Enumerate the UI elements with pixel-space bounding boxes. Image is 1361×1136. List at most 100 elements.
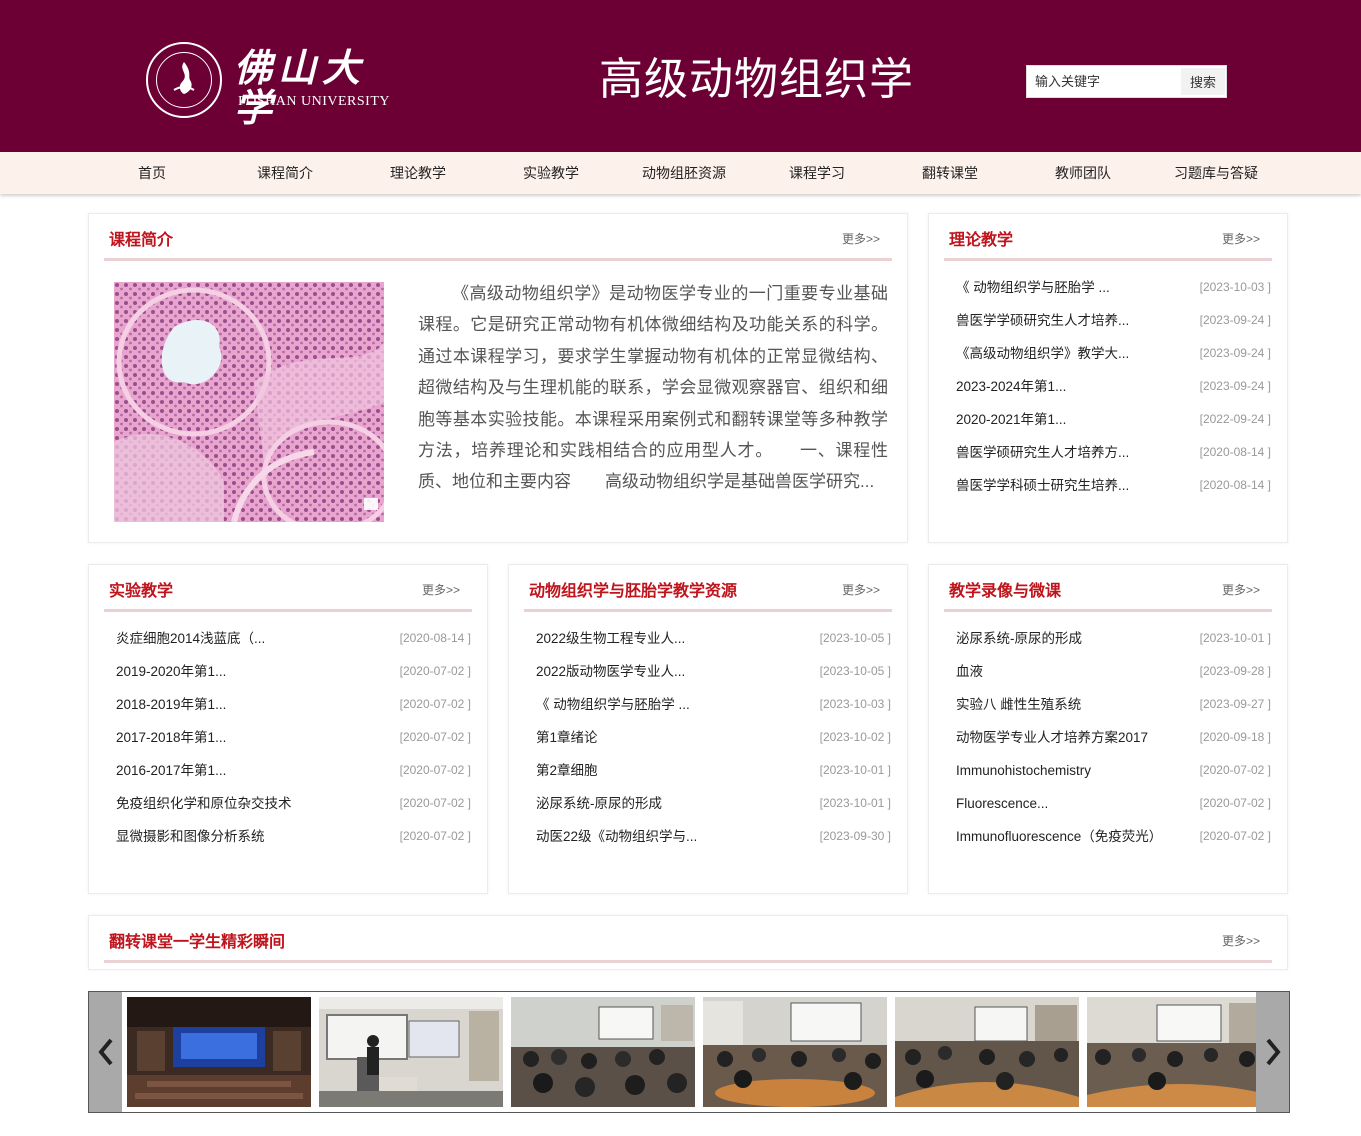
carousel-photo[interactable] <box>703 997 887 1107</box>
histology-image[interactable] <box>114 282 384 522</box>
list-item[interactable]: 2022版动物医学专业人... [2023-10-05 ] <box>536 655 891 688</box>
list-item[interactable]: 2019-2020年第1... [2020-07-02 ] <box>116 655 471 688</box>
list-item[interactable]: 《 动物组织学与胚胎学 ... [2023-10-03 ] <box>536 688 891 721</box>
nav-item-teachers[interactable]: 教师团队 <box>1028 152 1138 194</box>
item-title[interactable]: Immunofluorescence（免疫荧光） <box>956 820 1162 853</box>
more-link[interactable]: 更多>> <box>1222 581 1260 598</box>
item-title[interactable]: 2016-2017年第1... <box>116 754 226 787</box>
list-item[interactable]: Immunofluorescence（免疫荧光） [2020-07-02 ] <box>956 820 1271 853</box>
list-item[interactable]: 动医22级《动物组织学与... [2023-09-30 ] <box>536 820 891 853</box>
list-item[interactable]: 血液 [2023-09-28 ] <box>956 655 1271 688</box>
carousel-photo[interactable] <box>895 997 1079 1107</box>
list-item[interactable]: 兽医学硕研究生人才培养方... [2020-08-14 ] <box>956 436 1271 469</box>
item-date: [2020-07-02 ] <box>399 763 471 777</box>
item-title[interactable]: 第1章绪论 <box>536 721 598 754</box>
more-link[interactable]: 更多>> <box>842 581 880 598</box>
nav-item-theory[interactable]: 理论教学 <box>363 152 473 194</box>
panel-header: 动物组织学与胚胎学教学资源 更多>> <box>524 565 892 612</box>
list-item[interactable]: 动物医学专业人才培养方案2017 [2020-09-18 ] <box>956 721 1271 754</box>
carousel-photo[interactable] <box>1087 997 1271 1107</box>
carousel-photo[interactable] <box>319 997 503 1107</box>
panel-header: 翻转课堂一学生精彩瞬间 更多>> <box>104 916 1272 963</box>
item-title[interactable]: 泌尿系统-原尿的形成 <box>956 622 1082 655</box>
page-title: 高级动物组织学 <box>599 55 914 104</box>
list-item[interactable]: 泌尿系统-原尿的形成 [2023-10-01 ] <box>536 787 891 820</box>
list-item[interactable]: 2016-2017年第1... [2020-07-02 ] <box>116 754 471 787</box>
nav-item-learning[interactable]: 课程学习 <box>762 152 872 194</box>
item-title[interactable]: 第2章细胞 <box>536 754 598 787</box>
item-title[interactable]: 《 动物组织学与胚胎学 ... <box>536 688 690 721</box>
item-title[interactable]: 《 动物组织学与胚胎学 ... <box>956 271 1110 304</box>
list-item[interactable]: 炎症细胞2014浅蓝底（... [2020-08-14 ] <box>116 622 471 655</box>
item-title[interactable]: Fluorescence... <box>956 787 1048 820</box>
item-title[interactable]: 显微摄影和图像分析系统 <box>116 820 265 853</box>
item-title[interactable]: 《高级动物组织学》教学大... <box>956 337 1129 370</box>
list-item[interactable]: 2023-2024年第1... [2023-09-24 ] <box>956 370 1271 403</box>
item-date: [2023-10-03 ] <box>1199 280 1271 294</box>
list-item[interactable]: 2020-2021年第1... [2022-09-24 ] <box>956 403 1271 436</box>
item-title[interactable]: 2022版动物医学专业人... <box>536 655 685 688</box>
item-title[interactable]: 泌尿系统-原尿的形成 <box>536 787 662 820</box>
site-header: 佛山大学 FOSHAN UNIVERSITY 高级动物组织学 搜索 <box>0 0 1361 152</box>
list-item[interactable]: 兽医学学硕研究生人才培养... [2023-09-24 ] <box>956 304 1271 337</box>
list-item[interactable]: 2022级生物工程专业人... [2023-10-05 ] <box>536 622 891 655</box>
carousel-photo[interactable] <box>127 997 311 1107</box>
course-intro-panel: 课程简介 更多>> 《高级动物组织学》是动物医学专业的一门重要专业基础课程。它是… <box>88 213 908 543</box>
item-title[interactable]: 2022级生物工程专业人... <box>536 622 685 655</box>
search-input[interactable] <box>1029 68 1179 95</box>
nav-item-home[interactable]: 首页 <box>97 152 207 194</box>
nav-item-flipped[interactable]: 翻转课堂 <box>895 152 1005 194</box>
list-item[interactable]: 《 动物组织学与胚胎学 ... [2023-10-03 ] <box>956 271 1271 304</box>
item-title[interactable]: 实验八 雌性生殖系统 <box>956 688 1081 721</box>
list-item[interactable]: 第2章细胞 [2023-10-01 ] <box>536 754 891 787</box>
experiment-teaching-panel: 实验教学 更多>> 炎症细胞2014浅蓝底（... [2020-08-14 ] 2… <box>88 564 488 894</box>
flame-icon <box>173 62 195 94</box>
item-date: [2020-07-02 ] <box>1199 763 1271 777</box>
carousel-photo[interactable] <box>511 997 695 1107</box>
item-title[interactable]: 2019-2020年第1... <box>116 655 226 688</box>
item-title[interactable]: 2023-2024年第1... <box>956 370 1066 403</box>
item-date: [2023-09-24 ] <box>1199 346 1271 360</box>
list-item[interactable]: 兽医学学科硕士研究生培养... [2020-08-14 ] <box>956 469 1271 502</box>
nav-item-course-intro[interactable]: 课程简介 <box>230 152 340 194</box>
item-title[interactable]: 动物医学专业人才培养方案2017 <box>956 721 1148 754</box>
item-title[interactable]: 动医22级《动物组织学与... <box>536 820 697 853</box>
list-item[interactable]: 泌尿系统-原尿的形成 [2023-10-01 ] <box>956 622 1271 655</box>
chevron-left-icon <box>97 1038 113 1066</box>
list-item[interactable]: 第1章绪论 [2023-10-02 ] <box>536 721 891 754</box>
carousel-next-button[interactable] <box>1256 992 1289 1112</box>
search-button[interactable]: 搜索 <box>1181 68 1225 95</box>
item-title[interactable]: Immunohistochemistry <box>956 754 1091 787</box>
item-date: [2023-10-05 ] <box>819 664 891 678</box>
panel-header: 理论教学 更多>> <box>944 214 1272 261</box>
nav-item-exercises[interactable]: 习题库与答疑 <box>1161 152 1271 194</box>
item-date: [2022-09-24 ] <box>1199 412 1271 426</box>
carousel-prev-button[interactable] <box>89 992 122 1112</box>
more-link[interactable]: 更多>> <box>1222 230 1260 247</box>
item-title[interactable]: 血液 <box>956 655 983 688</box>
nav-item-experiment[interactable]: 实验教学 <box>496 152 606 194</box>
panel-title: 课程简介 <box>109 232 174 249</box>
list-item[interactable]: 免疫组织化学和原位杂交技术 [2020-07-02 ] <box>116 787 471 820</box>
list-item[interactable]: Fluorescence... [2020-07-02 ] <box>956 787 1271 820</box>
more-link[interactable]: 更多>> <box>1222 932 1260 949</box>
item-title[interactable]: 兽医学学硕研究生人才培养... <box>956 304 1129 337</box>
nav-item-resources[interactable]: 动物组胚资源 <box>629 152 739 194</box>
list-item[interactable]: 2018-2019年第1... [2020-07-02 ] <box>116 688 471 721</box>
item-title[interactable]: 兽医学硕研究生人才培养方... <box>956 436 1129 469</box>
item-title[interactable]: 兽医学学科硕士研究生培养... <box>956 469 1129 502</box>
university-logo[interactable]: 佛山大学 FOSHAN UNIVERSITY <box>146 42 396 128</box>
list-item[interactable]: 实验八 雌性生殖系统 [2023-09-27 ] <box>956 688 1271 721</box>
list-item[interactable]: 显微摄影和图像分析系统 [2020-07-02 ] <box>116 820 471 853</box>
list-item[interactable]: 《高级动物组织学》教学大... [2023-09-24 ] <box>956 337 1271 370</box>
item-title[interactable]: 炎症细胞2014浅蓝底（... <box>116 622 265 655</box>
more-link[interactable]: 更多>> <box>842 230 880 247</box>
teaching-resources-panel: 动物组织学与胚胎学教学资源 更多>> 2022级生物工程专业人... [2023-… <box>508 564 908 894</box>
item-title[interactable]: 2020-2021年第1... <box>956 403 1066 436</box>
more-link[interactable]: 更多>> <box>422 581 460 598</box>
item-title[interactable]: 2018-2019年第1... <box>116 688 226 721</box>
list-item[interactable]: 2017-2018年第1... [2020-07-02 ] <box>116 721 471 754</box>
item-title[interactable]: 2017-2018年第1... <box>116 721 226 754</box>
list-item[interactable]: Immunohistochemistry [2020-07-02 ] <box>956 754 1271 787</box>
item-title[interactable]: 免疫组织化学和原位杂交技术 <box>116 787 292 820</box>
